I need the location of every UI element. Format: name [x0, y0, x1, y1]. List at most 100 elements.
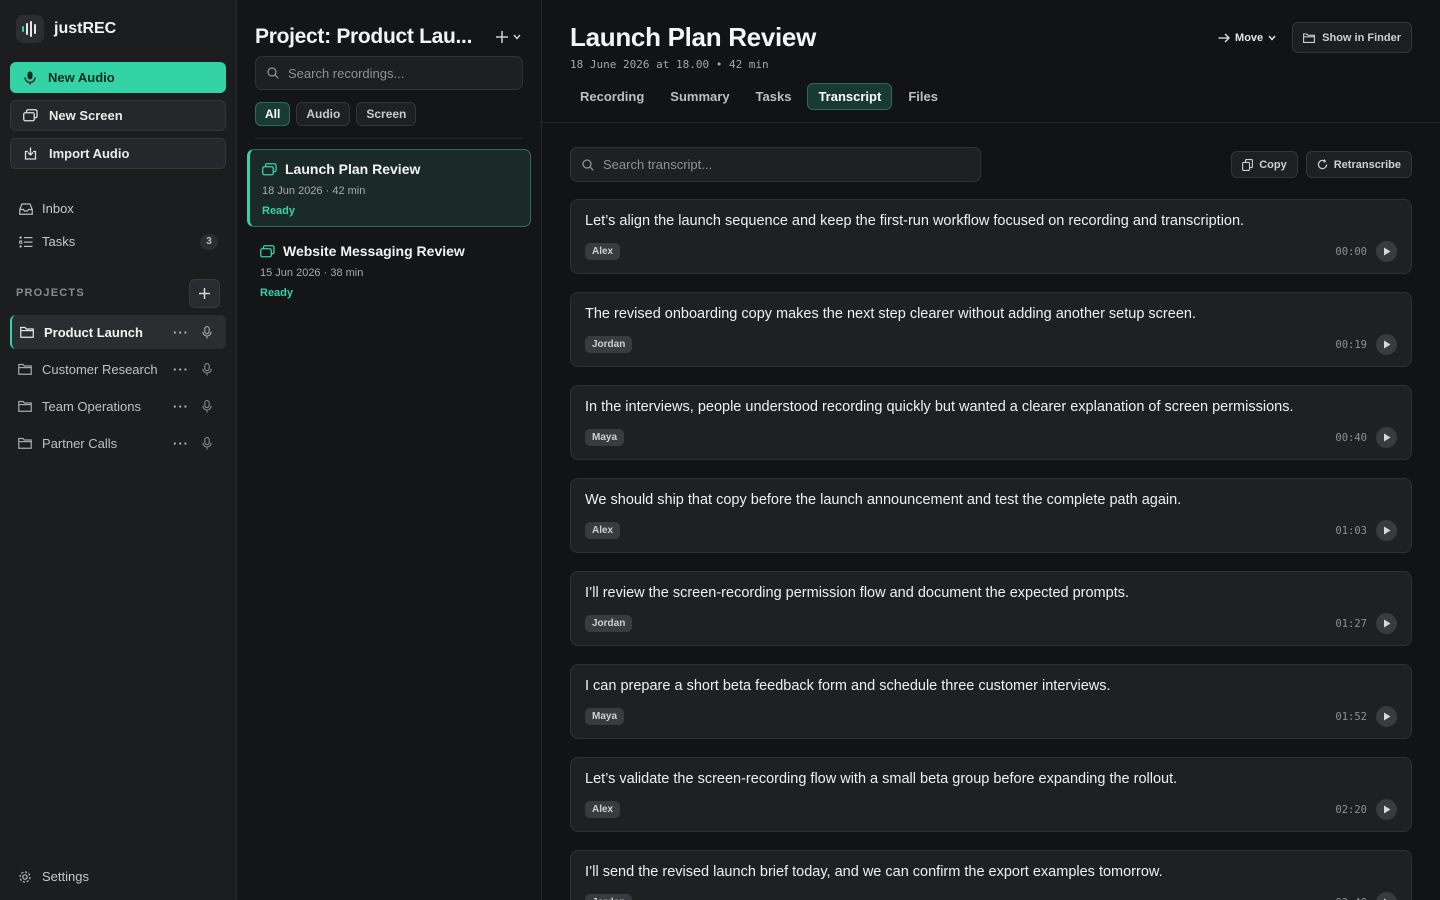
project-item-customer-research[interactable]: Customer Research ··· — [10, 352, 226, 386]
settings-button[interactable]: Settings — [18, 869, 89, 884]
import-icon — [23, 146, 38, 161]
filter-all[interactable]: All — [255, 102, 291, 126]
recording-status: Ready — [260, 287, 294, 299]
detail-tabs: Recording Summary Tasks Transcript Files — [570, 83, 1412, 110]
transcript-toolbar: Copy Retranscribe — [542, 123, 1440, 182]
microphone-icon — [22, 70, 37, 85]
speaker-badge[interactable]: Jordan — [585, 336, 633, 353]
recordings-search-input[interactable] — [288, 65, 522, 81]
play-segment-button[interactable] — [1376, 520, 1397, 541]
segment-text: Let’s validate the screen-recording flow… — [585, 771, 1178, 787]
recordings-pane: Project: Product Lau... All Audio Screen… — [237, 0, 542, 900]
transcript-segment[interactable]: I can prepare a short beta feedback form… — [570, 664, 1412, 739]
record-to-project-icon[interactable] — [196, 359, 218, 379]
new-screen-button[interactable]: New Screen — [10, 100, 226, 131]
filter-screen[interactable]: Screen — [356, 102, 417, 126]
segment-timestamp[interactable]: 01:27 — [1335, 618, 1367, 630]
move-button[interactable]: Move — [1212, 22, 1282, 53]
recording-item[interactable]: Website Messaging Review 15 Jun 2026 · 3… — [247, 231, 531, 309]
projects-title: PROJECTS — [16, 287, 85, 299]
add-project-button[interactable] — [189, 278, 220, 308]
play-segment-button[interactable] — [1376, 613, 1397, 634]
play-segment-button[interactable] — [1376, 892, 1397, 900]
app-window: justREC New Audio New Screen Import Audi… — [0, 0, 1440, 900]
speaker-badge[interactable]: Maya — [585, 708, 625, 725]
transcript-segment[interactable]: Let’s align the launch sequence and keep… — [570, 199, 1412, 274]
retranscribe-label: Retranscribe — [1333, 158, 1401, 171]
segment-timestamp[interactable]: 01:03 — [1335, 525, 1367, 537]
tab-transcript[interactable]: Transcript — [807, 83, 893, 110]
segment-footer: Jordan 02:48 — [585, 892, 1397, 900]
project-item-product-launch[interactable]: Product Launch ··· — [10, 315, 226, 349]
more-options-icon[interactable]: ··· — [170, 396, 192, 416]
play-segment-button[interactable] — [1376, 799, 1397, 820]
transcript-search-input[interactable] — [603, 157, 980, 172]
transcript-segment[interactable]: In the interviews, people understood rec… — [570, 385, 1412, 460]
more-options-icon[interactable]: ··· — [170, 322, 192, 342]
play-segment-button[interactable] — [1376, 334, 1397, 355]
play-segment-button[interactable] — [1376, 241, 1397, 262]
recording-detail: Launch Plan Review 18 June 2026 at 18.00… — [542, 0, 1440, 900]
refresh-icon — [1317, 159, 1327, 170]
finder-label: Show in Finder — [1322, 31, 1401, 44]
project-item-partner-calls[interactable]: Partner Calls ··· — [10, 426, 226, 460]
more-options-icon[interactable]: ··· — [170, 359, 192, 379]
segment-timestamp[interactable]: 00:40 — [1335, 432, 1367, 444]
speaker-badge[interactable]: Jordan — [585, 615, 633, 632]
segment-timestamp[interactable]: 00:19 — [1335, 339, 1367, 351]
project-label: Team Operations — [42, 398, 141, 414]
record-to-project-icon[interactable] — [196, 396, 218, 416]
speaker-badge[interactable]: Alex — [585, 522, 621, 539]
segment-timestamp[interactable]: 02:20 — [1335, 804, 1367, 816]
play-icon — [1383, 247, 1390, 256]
recording-item[interactable]: Launch Plan Review 18 Jun 2026 · 42 min … — [247, 149, 531, 227]
transcript-segment[interactable]: The revised onboarding copy makes the ne… — [570, 292, 1412, 367]
recording-title: Launch Plan Review — [285, 161, 421, 177]
new-audio-button[interactable]: New Audio — [10, 62, 226, 93]
screen-icon — [23, 108, 38, 123]
more-options-icon[interactable]: ··· — [170, 433, 192, 453]
project-item-team-operations[interactable]: Team Operations ··· — [10, 389, 226, 423]
gear-icon — [18, 869, 33, 884]
app-logo-icon — [16, 15, 44, 43]
filter-audio[interactable]: Audio — [296, 102, 351, 126]
retranscribe-button[interactable]: Retranscribe — [1305, 151, 1412, 178]
sidebar-item-inbox[interactable]: Inbox — [10, 192, 226, 225]
segment-footer: Jordan 00:19 — [585, 334, 1397, 355]
show-in-finder-button[interactable]: Show in Finder — [1292, 22, 1412, 53]
speaker-badge[interactable]: Alex — [585, 801, 621, 818]
speaker-badge[interactable]: Alex — [585, 243, 621, 260]
record-to-project-icon[interactable] — [196, 322, 218, 342]
tab-files[interactable]: Files — [898, 83, 948, 110]
segment-timestamp[interactable]: 02:48 — [1335, 897, 1367, 900]
tab-summary[interactable]: Summary — [660, 83, 739, 110]
segment-timestamp[interactable]: 00:00 — [1335, 246, 1367, 258]
add-recording-button[interactable] — [496, 31, 521, 43]
settings-label: Settings — [42, 869, 89, 884]
tab-tasks[interactable]: Tasks — [746, 83, 802, 110]
speaker-badge[interactable]: Maya — [585, 429, 625, 446]
transcript-segment[interactable]: I’ll review the screen-recording permiss… — [570, 571, 1412, 646]
sidebar-item-tasks[interactable]: Tasks 3 — [10, 225, 226, 258]
copy-transcript-button[interactable]: Copy — [1231, 151, 1298, 178]
segment-footer: Maya 01:52 — [585, 706, 1397, 727]
transcript-segment[interactable]: We should ship that copy before the laun… — [570, 478, 1412, 553]
tasks-icon — [18, 234, 33, 249]
import-audio-button[interactable]: Import Audio — [10, 138, 226, 169]
record-to-project-icon[interactable] — [196, 433, 218, 453]
arrow-right-icon — [1218, 33, 1230, 42]
transcript-segment[interactable]: I’ll send the revised launch brief today… — [570, 850, 1412, 900]
segment-timestamp[interactable]: 01:52 — [1335, 711, 1367, 723]
recordings-search[interactable] — [255, 56, 523, 90]
recording-meta: 15 Jun 2026 · 38 min — [260, 267, 364, 279]
tab-recording[interactable]: Recording — [570, 83, 654, 110]
transcript-segment[interactable]: Let’s validate the screen-recording flow… — [570, 757, 1412, 832]
segment-text: I’ll send the revised launch brief today… — [585, 864, 1163, 880]
play-segment-button[interactable] — [1376, 427, 1397, 448]
segment-footer: Alex 00:00 — [585, 241, 1397, 262]
play-segment-button[interactable] — [1376, 706, 1397, 727]
speaker-badge[interactable]: Jordan — [585, 894, 633, 900]
transcript-search[interactable] — [570, 147, 981, 182]
import-audio-label: Import Audio — [49, 146, 130, 161]
segment-text: We should ship that copy before the laun… — [585, 492, 1182, 508]
